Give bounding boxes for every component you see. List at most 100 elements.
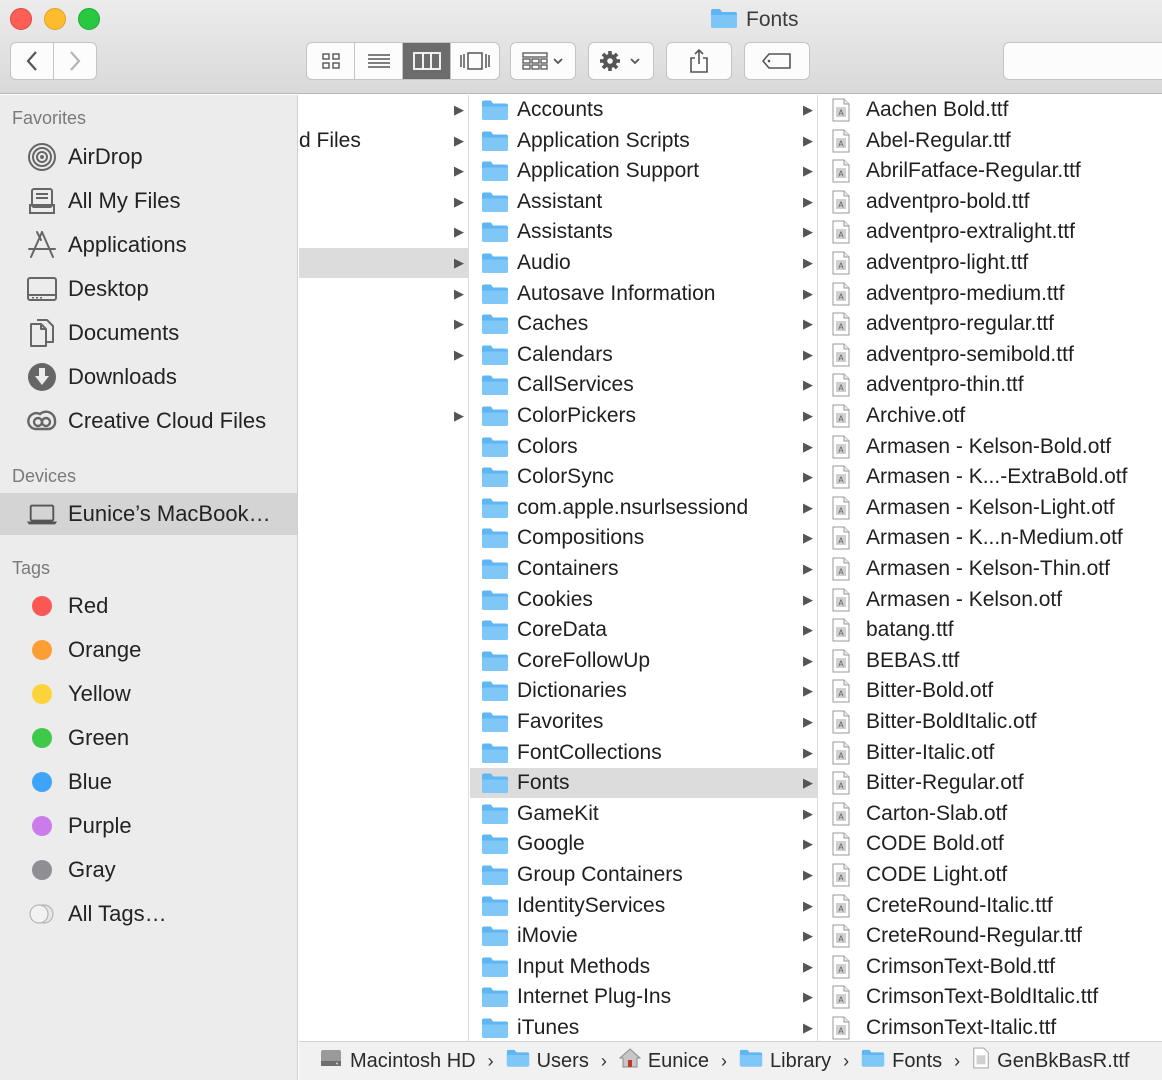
sidebar-item-desktop[interactable]: Desktop xyxy=(0,268,297,310)
font-file-row[interactable]: A CreteRound-Italic.ttf xyxy=(819,891,1162,921)
action-button[interactable] xyxy=(588,42,654,80)
column-row[interactable]: ▶ xyxy=(299,156,468,186)
font-file-row[interactable]: Aadventpro-medium.ttf xyxy=(819,279,1162,309)
folder-row[interactable]: Google ▶ xyxy=(470,829,817,859)
minimize-window-button[interactable] xyxy=(44,8,66,30)
font-file-row[interactable]: A Armasen - Kelson.otf xyxy=(819,585,1162,615)
font-file-row[interactable]: A CODE Bold.otf xyxy=(819,829,1162,859)
search-input[interactable] xyxy=(1003,42,1162,80)
sidebar-item-documents[interactable]: Documents xyxy=(0,312,297,354)
font-file-row[interactable]: A Armasen - Kelson-Light.otf xyxy=(819,493,1162,523)
font-file-row[interactable]: A CrimsonText-Italic.ttf xyxy=(819,1013,1162,1041)
folder-row[interactable]: IdentityServices ▶ xyxy=(470,891,817,921)
sidebar-tag-gray[interactable]: Gray xyxy=(0,849,297,891)
column-row[interactable]: ▶ xyxy=(299,340,468,370)
font-file-row[interactable]: A Armasen - Kelson-Bold.otf xyxy=(819,432,1162,462)
path-crumb[interactable]: Eunice xyxy=(618,1047,709,1075)
column-row[interactable]: ▶ xyxy=(299,187,468,217)
sidebar-all-tags[interactable]: All Tags… xyxy=(0,893,297,935)
font-file-row[interactable]: Aadventpro-thin.ttf xyxy=(819,370,1162,400)
browser-column-2[interactable]: Accounts ▶ Application Scripts ▶ Application… xyxy=(470,95,818,1041)
sidebar-item-macbook[interactable]: Eunice’s MacBook… xyxy=(0,493,297,535)
folder-row[interactable]: CoreData ▶ xyxy=(470,615,817,645)
folder-row[interactable]: Dictionaries ▶ xyxy=(470,676,817,706)
column-row[interactable]: ▶ xyxy=(299,217,468,247)
font-file-row[interactable]: A CrimsonText-Bold.ttf xyxy=(819,952,1162,982)
folder-row[interactable]: com.apple.nsurlsessiond ▶ xyxy=(470,493,817,523)
folder-row[interactable]: Internet Plug-Ins ▶ xyxy=(470,982,817,1012)
column-row[interactable]: ▶ xyxy=(299,248,468,278)
folder-row[interactable]: CallServices ▶ xyxy=(470,370,817,400)
sidebar-tag-yellow[interactable]: Yellow xyxy=(0,673,297,715)
font-file-row[interactable]: Aadventpro-light.ttf xyxy=(819,248,1162,278)
font-file-row[interactable]: A Bitter-Bold.otf xyxy=(819,676,1162,706)
list-view-button[interactable] xyxy=(355,43,403,79)
folder-row[interactable]: Application Scripts ▶ xyxy=(470,126,817,156)
font-file-row[interactable]: A Archive.otf xyxy=(819,401,1162,431)
sidebar-tag-green[interactable]: Green xyxy=(0,717,297,759)
sidebar-item-airdrop[interactable]: AirDrop xyxy=(0,136,297,178)
font-file-row[interactable]: Aadventpro-semibold.ttf xyxy=(819,340,1162,370)
font-file-row[interactable]: A Armasen - K...-ExtraBold.otf xyxy=(819,462,1162,492)
font-file-row[interactable]: A Bitter-Italic.otf xyxy=(819,738,1162,768)
sidebar-tag-orange[interactable]: Orange xyxy=(0,629,297,671)
folder-row[interactable]: Calendars ▶ xyxy=(470,340,817,370)
font-file-row[interactable]: Abatang.ttf xyxy=(819,615,1162,645)
sidebar-item-all-my-files[interactable]: All My Files xyxy=(0,180,297,222)
font-file-row[interactable]: A AbrilFatface-Regular.ttf xyxy=(819,156,1162,186)
path-crumb[interactable]: Fonts xyxy=(861,1048,942,1074)
font-file-row[interactable]: A BEBAS.ttf xyxy=(819,646,1162,676)
font-file-row[interactable]: A Bitter-Regular.otf xyxy=(819,768,1162,798)
folder-row[interactable]: Fonts ▶ xyxy=(470,768,817,799)
font-file-row[interactable]: A CreteRound-Regular.ttf xyxy=(819,921,1162,951)
share-button[interactable] xyxy=(666,42,732,80)
path-crumb[interactable]: Library xyxy=(739,1048,831,1074)
path-crumb[interactable]: Users xyxy=(506,1048,589,1074)
folder-row[interactable]: FontCollections ▶ xyxy=(470,738,817,768)
path-crumb[interactable]: GenBkBasR.ttf xyxy=(972,1047,1129,1075)
column-view-button[interactable] xyxy=(403,43,451,79)
folder-row[interactable]: Caches ▶ xyxy=(470,309,817,339)
folder-row[interactable]: Accounts ▶ xyxy=(470,95,817,125)
font-file-row[interactable]: A Armasen - Kelson-Thin.otf xyxy=(819,554,1162,584)
folder-row[interactable]: Favorites ▶ xyxy=(470,707,817,737)
icon-view-button[interactable] xyxy=(307,43,355,79)
folder-row[interactable]: ColorSync ▶ xyxy=(470,462,817,492)
zoom-window-button[interactable] xyxy=(78,8,100,30)
browser-column-1[interactable]: ▶ d Files ▶ ▶ ▶ ▶ ▶ ▶ ▶ ▶ ▶ xyxy=(299,95,469,1041)
edit-tags-button[interactable] xyxy=(744,42,810,80)
sidebar-item-applications[interactable]: Applications xyxy=(0,224,297,266)
folder-row[interactable]: Compositions ▶ xyxy=(470,523,817,553)
folder-row[interactable]: Group Containers ▶ xyxy=(470,860,817,890)
folder-row[interactable]: CoreFollowUp ▶ xyxy=(470,646,817,676)
column-row[interactable]: ▶ xyxy=(299,279,468,309)
folder-row[interactable]: iTunes ▶ xyxy=(470,1013,817,1041)
arrange-button[interactable] xyxy=(510,42,576,80)
back-button[interactable] xyxy=(10,42,54,80)
forward-button[interactable] xyxy=(53,42,97,80)
font-file-row[interactable]: A Bitter-BoldItalic.otf xyxy=(819,707,1162,737)
folder-row[interactable]: ColorPickers ▶ xyxy=(470,401,817,431)
sidebar-item-creative-cloud[interactable]: Creative Cloud Files xyxy=(0,400,297,442)
font-file-row[interactable]: A Abel-Regular.ttf xyxy=(819,126,1162,156)
folder-row[interactable]: Audio ▶ xyxy=(470,248,817,278)
path-crumb[interactable]: Macintosh HD xyxy=(319,1046,476,1076)
sidebar-tag-red[interactable]: Red xyxy=(0,585,297,627)
column-row[interactable]: ▶ xyxy=(299,401,468,431)
cover-flow-button[interactable] xyxy=(451,43,499,79)
column-row[interactable] xyxy=(299,370,468,400)
folder-row[interactable]: Containers ▶ xyxy=(470,554,817,584)
sidebar-item-downloads[interactable]: Downloads xyxy=(0,356,297,398)
folder-row[interactable]: Assistant ▶ xyxy=(470,187,817,217)
browser-column-3[interactable]: A Aachen Bold.ttf A Abel-Regular.ttf A AbrilF… xyxy=(819,95,1162,1041)
font-file-row[interactable]: Aadventpro-bold.ttf xyxy=(819,187,1162,217)
folder-row[interactable]: Cookies ▶ xyxy=(470,585,817,615)
column-row[interactable]: ▶ xyxy=(299,309,468,339)
folder-row[interactable]: Assistants ▶ xyxy=(470,217,817,247)
font-file-row[interactable]: Aadventpro-extralight.ttf xyxy=(819,217,1162,247)
font-file-row[interactable]: A Aachen Bold.ttf xyxy=(819,95,1162,125)
font-file-row[interactable]: A CrimsonText-BoldItalic.ttf xyxy=(819,982,1162,1012)
font-file-row[interactable]: A CODE Light.otf xyxy=(819,860,1162,890)
folder-row[interactable]: Input Methods ▶ xyxy=(470,952,817,982)
sidebar-tag-purple[interactable]: Purple xyxy=(0,805,297,847)
